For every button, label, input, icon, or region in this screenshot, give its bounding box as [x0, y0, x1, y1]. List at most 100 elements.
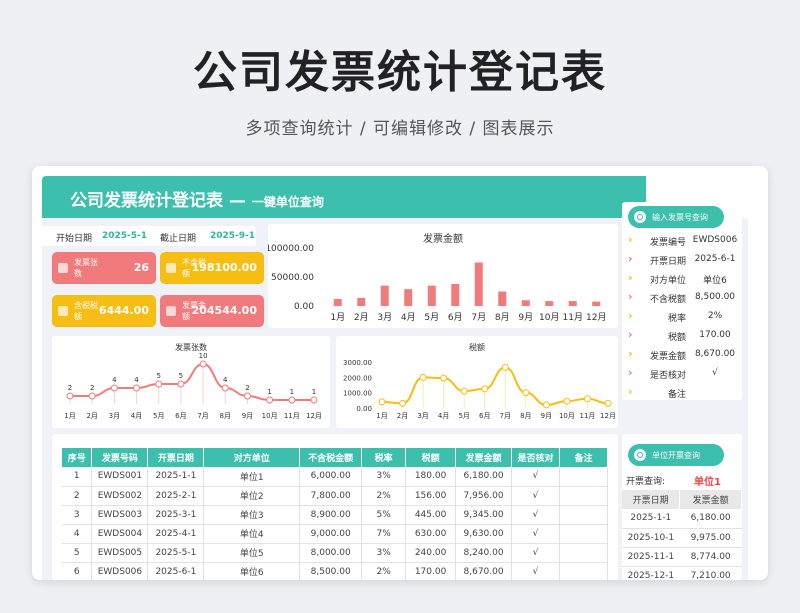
- column-header[interactable]: 税率: [361, 448, 407, 467]
- table-cell[interactable]: 单位4: [203, 524, 301, 544]
- table-cell[interactable]: √: [511, 562, 560, 580]
- table-cell[interactable]: 3%: [361, 467, 407, 487]
- table-row[interactable]: 4 EWDS004 2025-4-1 单位4 9,000.00 7% 630.00 9,630…: [62, 524, 609, 544]
- table-cell[interactable]: 9,000.00: [299, 524, 363, 544]
- table-cell[interactable]: √: [511, 486, 560, 506]
- data-label: 1: [312, 388, 316, 396]
- bar: [568, 301, 577, 306]
- table-cell[interactable]: 3: [62, 505, 93, 525]
- table-cell[interactable]: 2025-4-1: [147, 524, 205, 544]
- x-tick-label: 5月: [458, 412, 469, 420]
- column-header[interactable]: 不含税金额: [299, 448, 363, 467]
- column-header[interactable]: 序号: [62, 448, 93, 467]
- table-cell[interactable]: 445.00: [405, 505, 457, 525]
- table-cell[interactable]: 9,630.00: [455, 524, 513, 544]
- table-cell[interactable]: [559, 486, 609, 506]
- table-cell[interactable]: [559, 524, 609, 544]
- table-cell[interactable]: 6: [62, 562, 93, 580]
- column-header[interactable]: 税额: [405, 448, 457, 467]
- unit-query-button[interactable]: 单位开票查询: [628, 444, 724, 466]
- table-cell[interactable]: √: [511, 505, 560, 525]
- table-cell[interactable]: √: [511, 543, 560, 563]
- table-cell[interactable]: 2025-5-1: [147, 543, 205, 563]
- table-cell[interactable]: 5: [62, 543, 93, 563]
- unit-query-value[interactable]: 单位1: [694, 473, 721, 488]
- column-header[interactable]: 发票号码: [91, 448, 149, 467]
- y-tick-label: 50000.00: [271, 273, 314, 283]
- banner-title-text: 公司发票统计登记表 —: [70, 191, 246, 211]
- bar-chart-panel: 发票金额 100000.00 50000.00 0.00 1月 2月 3月 4月 5月 6月 7月…: [268, 224, 618, 328]
- column-header[interactable]: 开票日期: [147, 448, 205, 467]
- table-cell[interactable]: 单位3: [203, 505, 301, 525]
- table-cell[interactable]: 单位5: [203, 543, 301, 563]
- table-cell[interactable]: 8,900.00: [299, 505, 363, 525]
- table-cell[interactable]: 630.00: [405, 524, 457, 544]
- table-cell[interactable]: 2%: [361, 562, 407, 580]
- table-cell[interactable]: 单位1: [203, 467, 301, 487]
- table-row[interactable]: 3 EWDS003 2025-3-1 单位3 8,900.00 5% 445.00 9,345…: [62, 505, 609, 525]
- data-point: [310, 396, 318, 404]
- invoice-search-button[interactable]: 输入发票号查询: [628, 206, 724, 228]
- table-cell[interactable]: 8,240.00: [455, 543, 513, 563]
- data-label: 2: [90, 384, 94, 392]
- column-header[interactable]: 对方单位: [203, 448, 301, 467]
- table-cell[interactable]: 8,670.00: [455, 562, 513, 580]
- column-header[interactable]: 发票金额: [455, 448, 513, 467]
- table-cell[interactable]: 4: [62, 524, 93, 544]
- table-cell[interactable]: [559, 505, 609, 525]
- end-date-value[interactable]: 2025-9-1: [210, 231, 255, 241]
- table-cell[interactable]: 2025-3-1: [147, 505, 205, 525]
- table-row[interactable]: 1 EWDS001 2025-1-1 单位1 6,000.00 3% 180.00 6,180…: [62, 467, 609, 487]
- table-cell[interactable]: 8,500.00: [299, 562, 363, 580]
- column-header[interactable]: 是否核对: [511, 448, 560, 467]
- table-cell[interactable]: 170.00: [405, 562, 457, 580]
- table-cell[interactable]: 6,180.00: [455, 467, 513, 487]
- x-tick-label: 4月: [438, 412, 449, 420]
- table-cell[interactable]: 2%: [361, 486, 407, 506]
- table-cell[interactable]: EWDS006: [91, 562, 149, 580]
- table-cell[interactable]: 5%: [361, 505, 407, 525]
- table-cell[interactable]: 240.00: [405, 543, 457, 563]
- data-label: 2: [245, 384, 249, 392]
- table-cell[interactable]: 156.00: [405, 486, 457, 506]
- start-date-value[interactable]: 2025-5-1: [102, 231, 147, 241]
- table-cell[interactable]: √: [511, 467, 560, 487]
- count-chart-panel: 发票张数 2 1月 2 2月 4 3月 4 4月 5 5月 5 6月 10 7月 4 8月 2 9月 1 10月 1 11…: [52, 336, 330, 428]
- table-cell[interactable]: 7%: [361, 524, 407, 544]
- x-tick-label: 8月: [220, 412, 231, 420]
- table-cell[interactable]: 2: [62, 486, 93, 506]
- table-cell[interactable]: 7,800.00: [299, 486, 363, 506]
- table-cell[interactable]: 2025-1-1: [147, 467, 205, 487]
- column-header[interactable]: 备注: [559, 448, 609, 467]
- table-cell[interactable]: [559, 467, 609, 487]
- table-cell[interactable]: 7,956.00: [455, 486, 513, 506]
- data-point: [501, 363, 509, 371]
- table-cell[interactable]: EWDS004: [91, 524, 149, 544]
- table-cell[interactable]: 2025-2-1: [147, 486, 205, 506]
- table-row[interactable]: 5 EWDS005 2025-5-1 单位5 8,000.00 3% 240.00 8,240…: [62, 543, 609, 563]
- table-row[interactable]: 6 EWDS006 2025-6-1 单位6 8,500.00 2% 170.00 8,670…: [62, 562, 609, 580]
- table-cell[interactable]: [559, 543, 609, 563]
- table-cell[interactable]: 8,000.00: [299, 543, 363, 563]
- data-label: 4: [112, 376, 117, 384]
- table-cell[interactable]: √: [511, 524, 560, 544]
- search-result-key: 备注: [667, 390, 686, 400]
- series-line: [70, 362, 314, 401]
- table-cell[interactable]: [559, 562, 609, 580]
- table-cell[interactable]: EWDS003: [91, 505, 149, 525]
- table-cell[interactable]: 180.00: [405, 467, 457, 487]
- dashboard-sheet: 公司发票统计登记表 — 一键单位查询 开始日期 2025-5-1 截止日期 20…: [32, 166, 768, 580]
- table-cell[interactable]: EWDS005: [91, 543, 149, 563]
- x-tick-label: 6月: [448, 312, 463, 323]
- table-cell[interactable]: 3%: [361, 543, 407, 563]
- table-cell[interactable]: 6,000.00: [299, 467, 363, 487]
- table-cell[interactable]: EWDS002: [91, 486, 149, 506]
- table-cell[interactable]: 2025-6-1: [147, 562, 205, 580]
- table-cell[interactable]: 单位6: [203, 562, 301, 580]
- table-cell[interactable]: 9,345.00: [455, 505, 513, 525]
- table-cell[interactable]: EWDS001: [91, 467, 149, 487]
- data-point: [522, 389, 530, 397]
- table-cell[interactable]: 1: [62, 467, 93, 487]
- table-row[interactable]: 2 EWDS002 2025-2-1 单位2 7,800.00 2% 156.00 7,956…: [62, 486, 609, 506]
- table-cell[interactable]: 单位2: [203, 486, 301, 506]
